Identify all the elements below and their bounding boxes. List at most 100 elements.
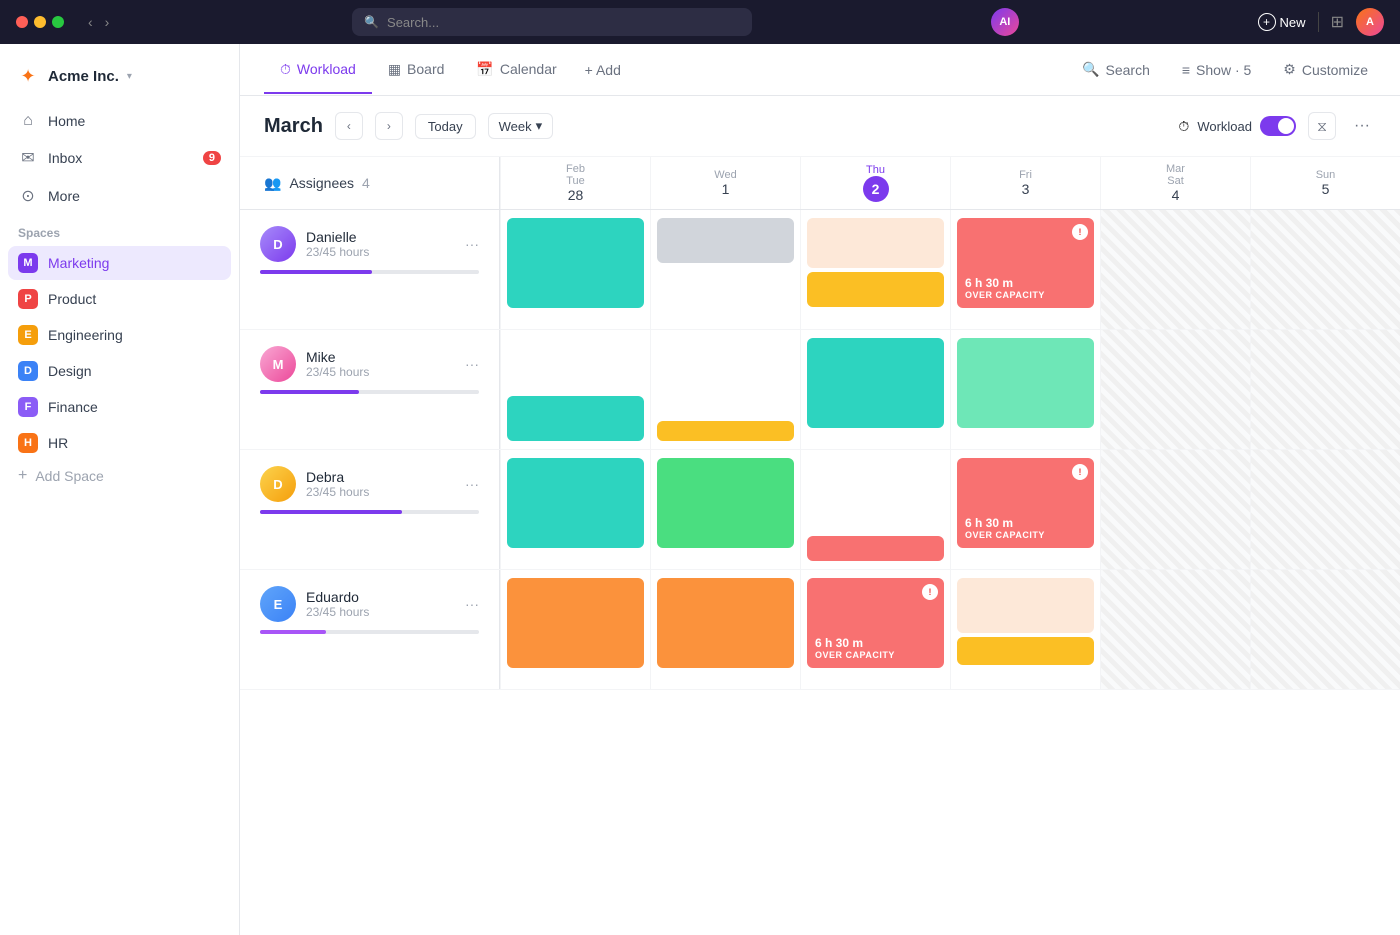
danielle-sat	[1100, 210, 1250, 329]
debra-avatar: D	[260, 466, 296, 502]
debra-day-0	[500, 450, 650, 569]
row-debra: D Debra 23/45 hours ···	[240, 450, 1400, 570]
dow-3: Fri	[1019, 169, 1032, 181]
filter-btn[interactable]: ⧖	[1308, 112, 1336, 140]
task-block[interactable]	[957, 338, 1094, 428]
week-dropdown[interactable]: Week ▾	[488, 113, 554, 139]
task-block[interactable]	[807, 338, 944, 428]
capacity-alert-icon-eduardo: !	[922, 584, 938, 600]
back-arrow[interactable]: ‹	[84, 12, 97, 32]
show-action[interactable]: ≡ Show · 5	[1174, 56, 1259, 84]
content-area: ⏱ Workload ▦ Board 📅 Calendar + Add 🔍	[240, 44, 1400, 935]
customize-label: Customize	[1302, 62, 1368, 78]
task-block-red[interactable]	[807, 536, 944, 561]
col-1: Wed 1	[650, 157, 800, 209]
space-item-hr[interactable]: H HR	[8, 426, 231, 460]
space-item-design[interactable]: D Design	[8, 354, 231, 388]
debra-sat	[1100, 450, 1250, 569]
debra-sun	[1250, 450, 1400, 569]
eduardo-hours: 23/45 hours	[306, 605, 455, 619]
danielle-day-0	[500, 210, 650, 329]
task-block[interactable]	[657, 578, 794, 668]
task-block-yellow[interactable]	[657, 421, 794, 441]
minimize-window-btn[interactable]	[34, 16, 46, 28]
ai-button[interactable]: AI	[991, 8, 1019, 36]
workload-icon: ⏱	[1178, 118, 1189, 135]
tab-workload[interactable]: ⏱ Workload	[264, 47, 372, 94]
month-header: March ‹ › Today Week ▾ ⏱ Workload ⧖ ···	[240, 96, 1400, 157]
workload-toggle-switch[interactable]	[1260, 116, 1296, 136]
add-view-button[interactable]: + Add	[573, 54, 633, 86]
dow-4: Sat	[1167, 175, 1184, 187]
task-block[interactable]	[657, 218, 794, 263]
task-block[interactable]	[807, 218, 944, 268]
customize-icon: ⚙	[1283, 61, 1296, 78]
maximize-window-btn[interactable]	[52, 16, 64, 28]
sidebar-item-inbox[interactable]: ✉ Inbox 9	[8, 140, 231, 176]
space-item-marketing[interactable]: M Marketing	[8, 246, 231, 280]
add-space-button[interactable]: + Add Space	[8, 460, 231, 492]
task-block[interactable]	[657, 458, 794, 548]
space-item-finance[interactable]: F Finance	[8, 390, 231, 424]
inbox-badge: 9	[203, 151, 221, 165]
danielle-menu[interactable]: ···	[465, 236, 479, 252]
mike-menu[interactable]: ···	[465, 356, 479, 372]
finance-dot: F	[18, 397, 38, 417]
search-action[interactable]: 🔍 Search	[1074, 55, 1158, 84]
task-block-yellow[interactable]	[957, 637, 1094, 665]
divider	[1318, 12, 1319, 32]
space-item-engineering[interactable]: E Engineering	[8, 318, 231, 352]
task-block-orange[interactable]	[807, 272, 944, 307]
add-space-label: Add Space	[35, 468, 104, 484]
tab-calendar[interactable]: 📅 Calendar	[460, 47, 572, 94]
tab-bar: ⏱ Workload ▦ Board 📅 Calendar + Add 🔍	[240, 44, 1400, 96]
more-options-btn[interactable]: ···	[1348, 112, 1376, 140]
mike-day-1	[650, 330, 800, 449]
calendar-tab-icon: 📅	[476, 61, 493, 78]
brand[interactable]: ✦ Acme Inc. ▾	[0, 56, 239, 104]
eduardo-menu[interactable]: ···	[465, 596, 479, 612]
num-4: 4	[1172, 187, 1180, 203]
global-search-bar[interactable]: 🔍 Search...	[352, 8, 752, 36]
close-window-btn[interactable]	[16, 16, 28, 28]
caret-down-icon: ▾	[127, 71, 132, 82]
danielle-sun	[1250, 210, 1400, 329]
space-item-product[interactable]: P Product	[8, 282, 231, 316]
debra-menu[interactable]: ···	[465, 476, 479, 492]
brand-logo: ✦	[16, 64, 40, 88]
design-dot: D	[18, 361, 38, 381]
today-btn[interactable]: Today	[415, 114, 476, 139]
task-block[interactable]	[507, 396, 644, 441]
customize-action[interactable]: ⚙ Customize	[1275, 55, 1376, 84]
prev-month-btn[interactable]: ‹	[335, 112, 363, 140]
next-month-btn[interactable]: ›	[375, 112, 403, 140]
over-capacity-block[interactable]: ! 6 h 30 m OVER CAPACITY	[957, 218, 1094, 308]
debra-day-1	[650, 450, 800, 569]
eduardo-day-1	[650, 570, 800, 689]
grid-icon[interactable]: ⊞	[1331, 12, 1344, 32]
task-block[interactable]	[507, 218, 644, 308]
workload-tab-icon: ⏱	[280, 61, 291, 78]
over-capacity-block-eduardo[interactable]: ! 6 h 30 m OVER CAPACITY	[807, 578, 944, 668]
mike-avatar: M	[260, 346, 296, 382]
mike-progress	[260, 390, 359, 394]
eduardo-avatar: E	[260, 586, 296, 622]
mike-info: M Mike 23/45 hours ···	[240, 330, 500, 449]
main-layout: ✦ Acme Inc. ▾ ⌂ Home ✉ Inbox 9 ⊙ More Sp…	[0, 44, 1400, 935]
sidebar-nav: ⌂ Home ✉ Inbox 9 ⊙ More	[0, 104, 239, 214]
task-block-peach[interactable]	[957, 578, 1094, 633]
assignees-count: 4	[362, 175, 370, 191]
row-danielle: D Danielle 23/45 hours ···	[240, 210, 1400, 330]
tab-board[interactable]: ▦ Board	[372, 47, 461, 94]
sidebar-item-home[interactable]: ⌂ Home	[8, 104, 231, 138]
over-capacity-block-debra[interactable]: ! 6 h 30 m OVER CAPACITY	[957, 458, 1094, 548]
user-avatar[interactable]: A	[1356, 8, 1384, 36]
show-label: Show · 5	[1196, 62, 1251, 78]
task-block[interactable]	[507, 578, 644, 668]
task-block[interactable]	[507, 458, 644, 548]
eduardo-day-2: ! 6 h 30 m OVER CAPACITY	[800, 570, 950, 689]
nav-arrows: ‹ ›	[84, 12, 113, 32]
forward-arrow[interactable]: ›	[101, 12, 114, 32]
sidebar-item-more[interactable]: ⊙ More	[8, 178, 231, 214]
new-button[interactable]: + New	[1258, 13, 1306, 31]
